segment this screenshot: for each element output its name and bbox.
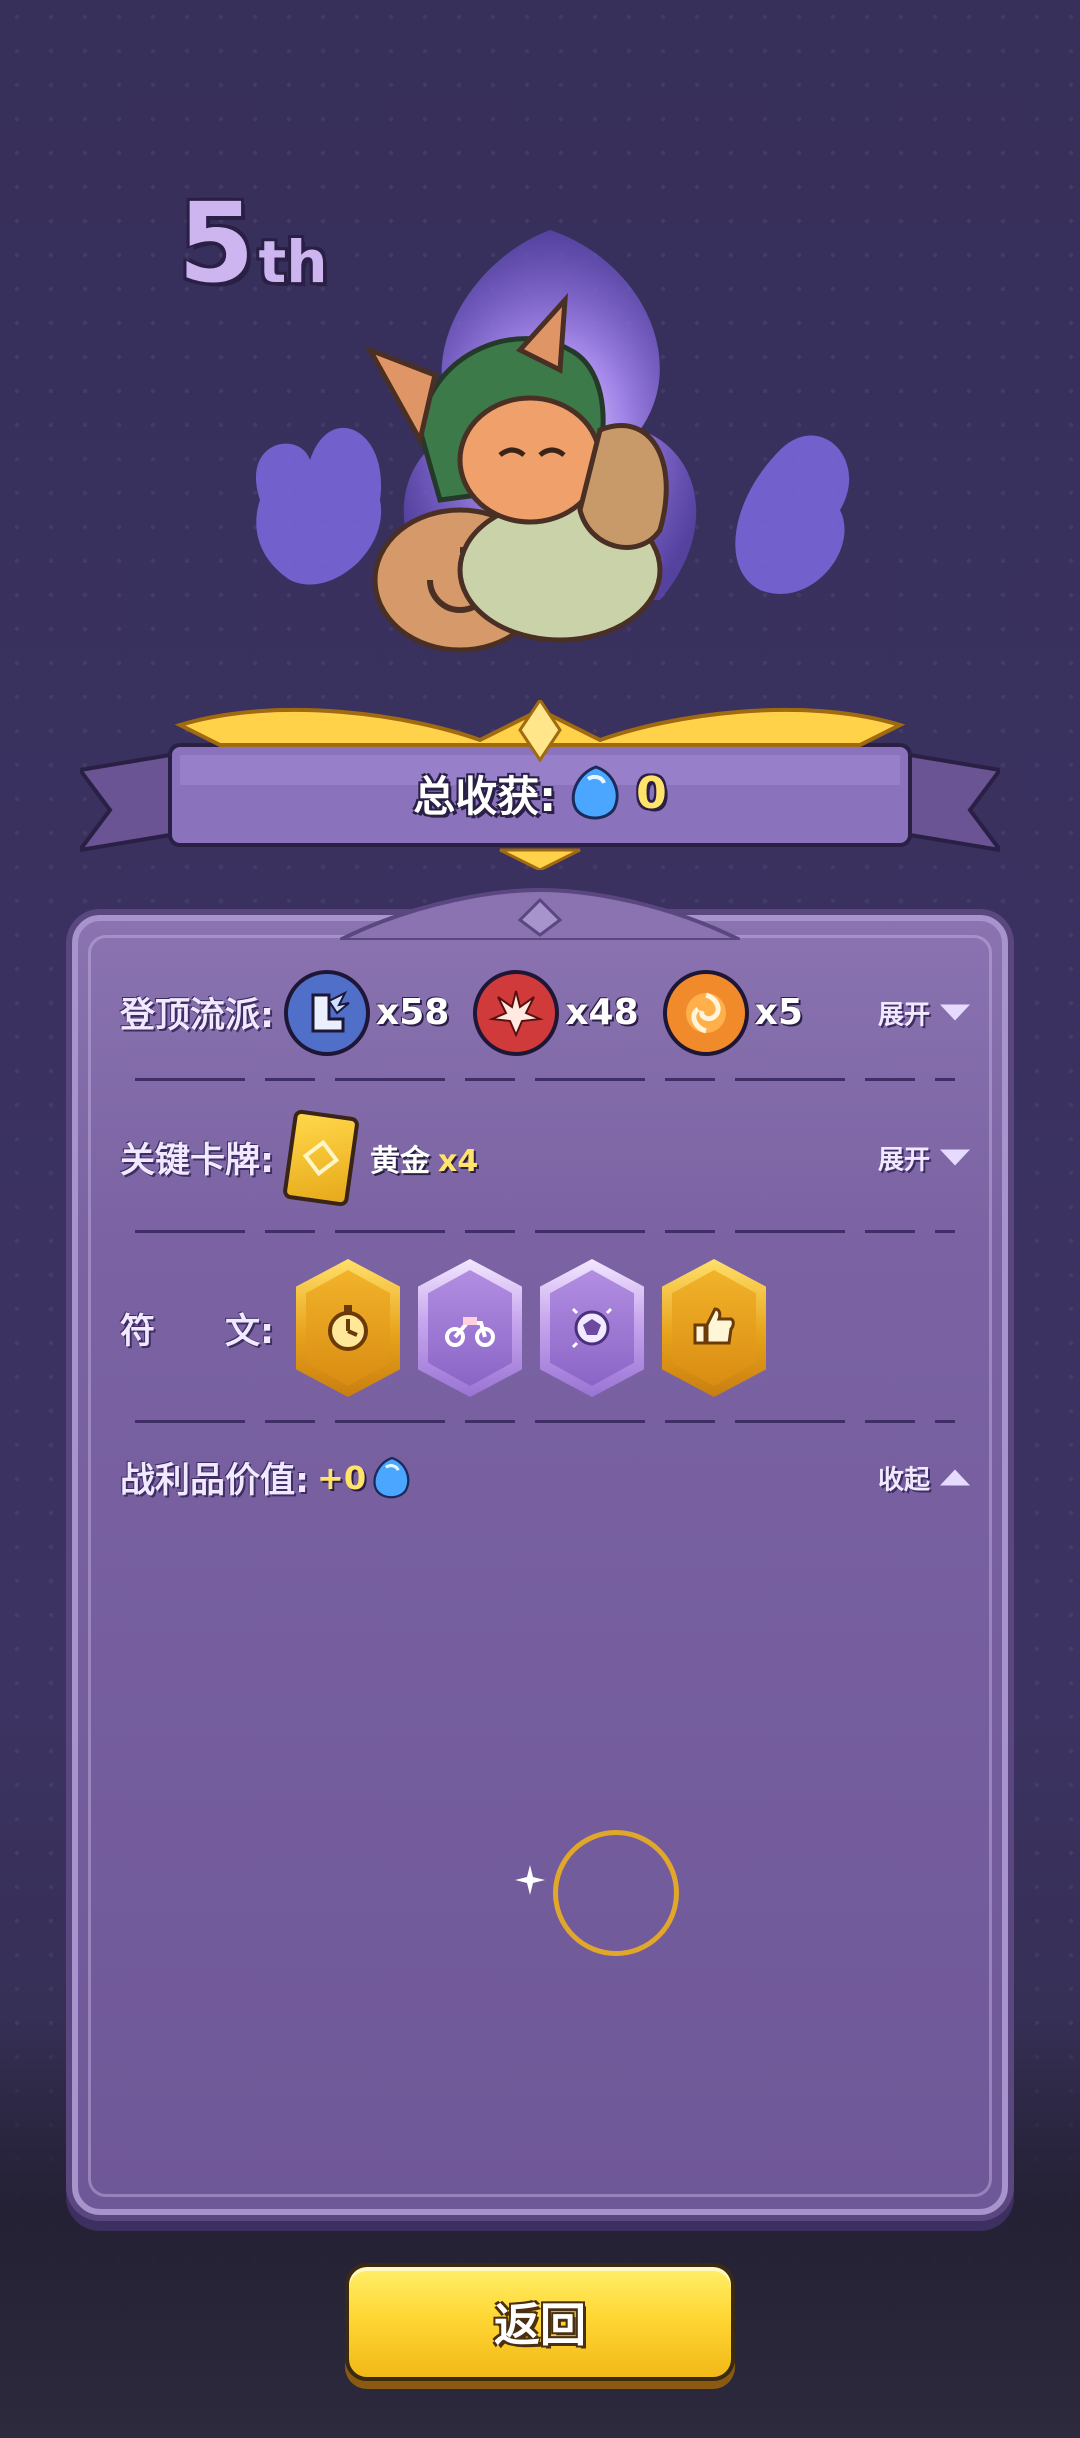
key-card-name: 黄金 — [370, 1143, 430, 1179]
sect-label: 登顶流派: — [120, 996, 274, 1036]
total-harvest-label: 总收获: — [413, 771, 557, 821]
panel-top-ornament — [340, 887, 740, 940]
flame-swirl-icon[interactable] — [662, 969, 749, 1056]
sect-expand-toggle[interactable]: 展开 — [878, 994, 970, 1031]
divider — [135, 1078, 955, 1081]
divider — [135, 1230, 955, 1233]
boot-wing-icon[interactable] — [284, 969, 370, 1056]
blue-gem-icon — [571, 765, 619, 820]
stopwatch-rune-icon[interactable] — [296, 1259, 400, 1397]
sect-row: 登顶流派: x58 x48 x5 展开 — [120, 965, 970, 1060]
divider — [135, 1420, 955, 1423]
key-card-info: 黄金 x4 — [370, 1136, 478, 1180]
loot-value: +0 — [317, 1458, 367, 1497]
total-harvest-value: 0 — [636, 767, 667, 819]
loading-spinner — [553, 1830, 679, 1956]
sect-count-2: x48 — [565, 992, 639, 1033]
key-card-row: 关键卡牌: 黄金 x4 展开 — [120, 1108, 970, 1207]
loot-row: 战利品价值: +0 收起 — [120, 1440, 970, 1515]
burst-icon[interactable] — [473, 969, 560, 1056]
squirrel-hero-illustration — [255, 230, 850, 653]
loot-collapse-toggle[interactable]: 收起 — [878, 1459, 970, 1496]
sect-count-3: x5 — [754, 992, 803, 1033]
chevron-down-icon — [940, 1004, 970, 1021]
runes-label: 符 文: — [120, 1311, 274, 1352]
chevron-down-icon — [940, 1149, 970, 1166]
key-card-label: 关键卡牌: — [120, 1141, 274, 1181]
gold-card-icon[interactable] — [282, 1108, 360, 1207]
thumbs-up-rune-icon[interactable] — [662, 1259, 766, 1397]
runes-row: 符 文: — [120, 1258, 970, 1398]
sparkle-icon — [515, 1865, 545, 1895]
key-card-count: x4 — [438, 1143, 479, 1179]
loot-label: 战利品价值: — [120, 1461, 309, 1501]
card-expand-toggle[interactable]: 展开 — [878, 1139, 970, 1176]
blue-gem-icon — [373, 1456, 410, 1498]
loot-collapse-label: 收起 — [877, 1465, 930, 1495]
back-button[interactable]: 返回 — [345, 2263, 735, 2381]
sect-expand-label: 展开 — [877, 1000, 930, 1030]
sect-count-1: x58 — [376, 992, 450, 1033]
chevron-up-icon — [940, 1469, 970, 1486]
orb-rune-icon[interactable] — [540, 1259, 644, 1397]
card-expand-label: 展开 — [877, 1145, 930, 1175]
motorcycle-rune-icon[interactable] — [418, 1259, 522, 1397]
total-harvest-title: 总收获: 0 — [170, 748, 910, 838]
